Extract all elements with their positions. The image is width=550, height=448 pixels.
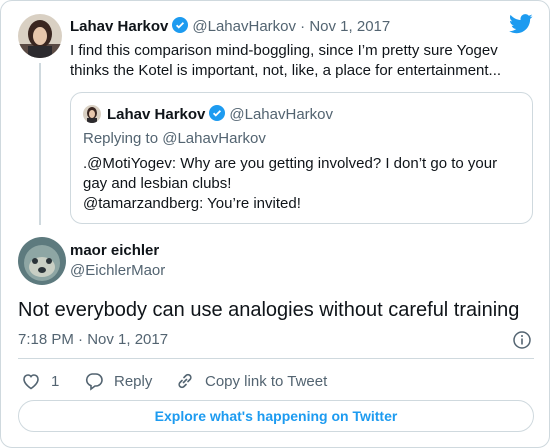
quoted-tweet-text: .@MotiYogev: Why are you getting involve… <box>83 154 523 214</box>
info-icon[interactable] <box>512 330 532 350</box>
quoted-tweet-header: Lahav Harkov @LahavHarkov <box>83 105 333 124</box>
quoted-tweet[interactable]: Lahav Harkov @LahavHarkov Replying to @La… <box>70 92 533 224</box>
tweet2-text: Not everybody can use analogies without … <box>18 299 520 321</box>
verified-badge-icon <box>209 105 226 121</box>
reply-bubble-icon <box>85 373 103 391</box>
tweet2-author-name[interactable]: maor eichler <box>70 242 159 259</box>
heart-icon <box>23 374 39 390</box>
link-icon <box>178 373 192 389</box>
tweet1-text: I find this comparison mind-boggling, si… <box>70 42 502 79</box>
avatar-maor[interactable] <box>18 237 66 285</box>
quoted-line-1: .@MotiYogev: Why are you getting involve… <box>83 155 498 192</box>
explore-twitter-button[interactable]: Explore what's happening on Twitter <box>18 400 534 432</box>
quoted-author-handle: @LahavHarkov <box>229 106 333 123</box>
tweet1-author-handle[interactable]: @LahavHarkov <box>192 18 296 35</box>
copy-link-label: Copy link to Tweet <box>205 372 328 390</box>
tweet2-timestamp[interactable]: 7:18 PM · Nov 1, 2017 <box>18 331 168 348</box>
reply-label: Reply <box>114 372 153 390</box>
reply-button[interactable]: Reply <box>84 371 152 391</box>
quoted-replying-to: Replying to @LahavHarkov <box>83 130 266 147</box>
quoted-author-name: Lahav Harkov <box>107 106 206 123</box>
avatar-lahav[interactable] <box>18 14 62 58</box>
tweet2-author-handle[interactable]: @EichlerMaor <box>70 262 165 279</box>
thread-connector-line <box>39 63 41 225</box>
verified-badge-icon <box>172 17 189 33</box>
quoted-line-2: @tamarzandberg: You’re invited! <box>83 195 301 212</box>
copy-link-button[interactable]: Copy link to Tweet <box>175 371 327 391</box>
tweet1-separator: · <box>296 18 310 35</box>
tweet1-author-name[interactable]: Lahav Harkov <box>70 18 168 35</box>
tweet-embed-card: Lahav Harkov @LahavHarkov · Nov 1, 2017 I… <box>0 0 550 448</box>
tweet1-date[interactable]: Nov 1, 2017 <box>309 18 390 35</box>
twitter-bird-icon[interactable] <box>509 14 533 34</box>
quoted-avatar <box>83 105 101 123</box>
like-button[interactable]: 1 <box>21 371 59 391</box>
like-count: 1 <box>51 372 60 390</box>
tweet1-header: Lahav Harkov @LahavHarkov · Nov 1, 2017 <box>70 17 390 36</box>
action-divider <box>18 358 534 359</box>
